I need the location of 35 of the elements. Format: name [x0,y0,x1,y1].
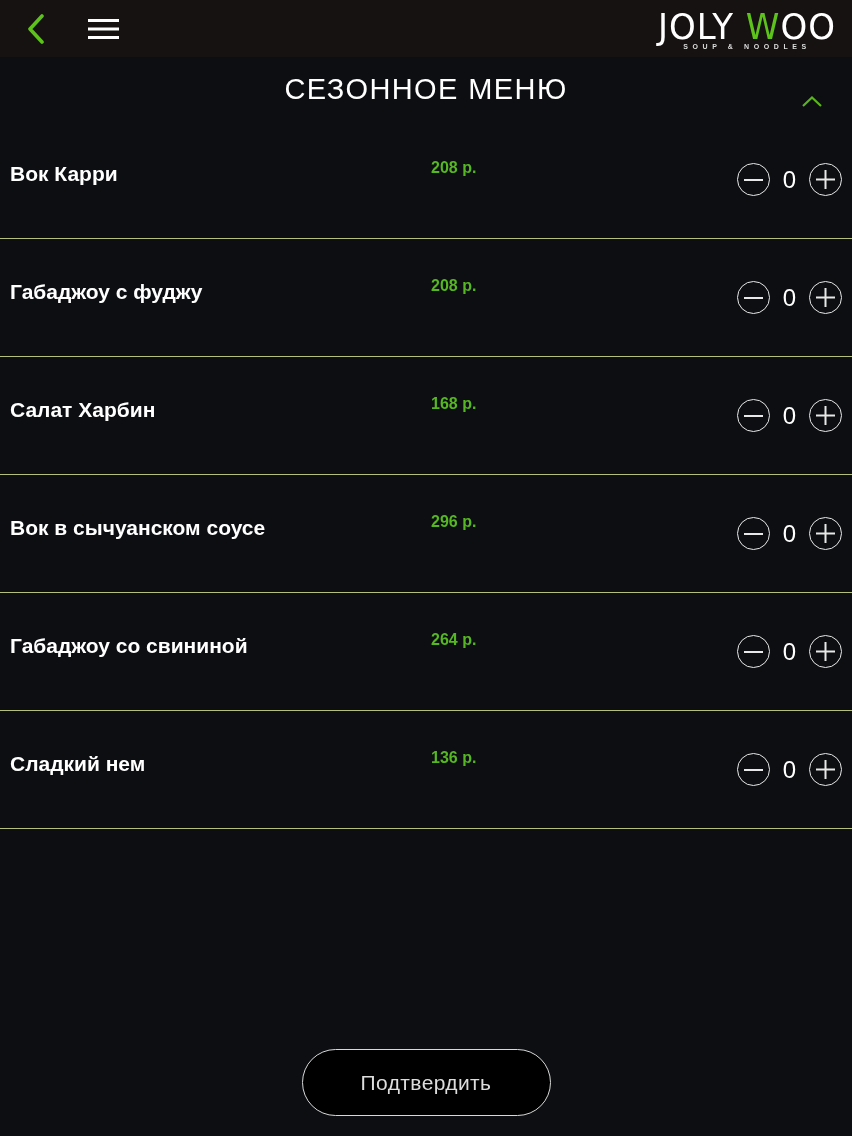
item-name: Сладкий нем [10,751,147,777]
plus-icon [816,524,835,543]
plus-icon [816,760,835,779]
item-name: Вок в сычуанском соусе [10,515,267,541]
item-quantity: 0 [781,401,798,430]
item-quantity: 0 [781,637,798,666]
plus-icon [816,642,835,661]
minus-icon [744,414,763,417]
back-chevron-icon [26,13,44,44]
item-quantity: 0 [781,519,798,548]
minus-icon [744,178,763,181]
plus-icon [816,288,835,307]
item-price: 136 р. [431,748,477,768]
item-price: 208 р. [431,276,477,296]
logo-wordmark: JOLY WOO [658,7,836,45]
item-name: Габаджоу со свининой [10,633,249,659]
confirm-button[interactable]: Подтвердить [301,1049,551,1116]
menu-icon [87,18,119,39]
item-quantity: 0 [781,755,798,784]
item-price: 264 р. [431,630,477,650]
plus-icon [816,170,835,189]
item-quantity: 0 [781,165,798,194]
section-title: СЕЗОННОЕ МЕНЮ [284,72,568,107]
item-name: Габаджоу с фуджу [10,279,204,305]
item-price: 296 р. [431,512,477,532]
minus-icon [744,532,763,535]
item-price: 208 р. [431,158,477,178]
item-quantity: 0 [781,283,798,312]
item-name: Вок Карри [10,161,119,187]
item-name: Салат Харбин [10,397,157,423]
minus-icon [744,650,763,653]
minus-icon [744,768,763,771]
minus-icon [744,296,763,299]
item-price: 168 р. [431,394,477,414]
plus-icon [816,406,835,425]
